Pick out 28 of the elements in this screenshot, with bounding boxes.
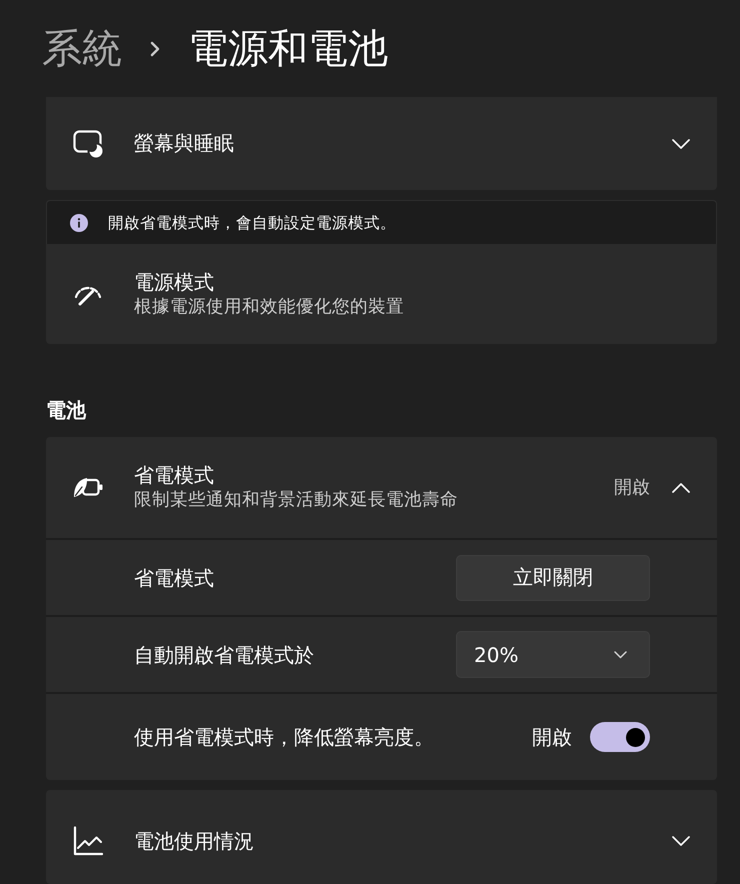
expander-card[interactable]: 螢幕與睡眠 (46, 97, 717, 190)
setting-title: 電池使用情況 (134, 828, 255, 854)
setting-label: 使用省電模式時，降低螢幕亮度。 (134, 724, 434, 750)
setting-label: 省電模式 (134, 564, 214, 590)
dropdown[interactable]: 20% (456, 631, 650, 678)
setting-title: 省電模式 (134, 463, 215, 488)
info-text: 開啟省電模式時，會自動設定電源模式。 (108, 212, 396, 232)
toggle-state-text: 開啟 (532, 724, 572, 750)
turn-off-button[interactable]: 立即關閉 (456, 554, 650, 600)
setting-title: 電源模式 (134, 270, 215, 294)
display-moon-icon (73, 130, 103, 158)
settings-card[interactable]: 電源模式 根據電源使用和效能優化您的裝置 (46, 244, 717, 344)
chevron-right-icon (150, 40, 160, 56)
chevron-down-icon (614, 650, 627, 658)
setting-description: 根據電源使用和效能優化您的裝置 (134, 296, 405, 318)
expander-card[interactable]: 電池使用情況 (46, 790, 717, 884)
line-chart-icon (73, 826, 103, 856)
toggle-switch[interactable] (590, 722, 650, 752)
setting-label: 自動開啟省電模式於 (134, 642, 314, 668)
info-icon (70, 214, 88, 232)
status-text: 開啟 (614, 476, 650, 500)
page-title: 電源和電池 (188, 24, 388, 74)
battery-leaf-icon (73, 475, 103, 500)
setting-title: 螢幕與睡眠 (134, 131, 235, 156)
expander-card[interactable]: 省電模式 限制某些通知和背景活動來延長電池壽命 開啟 省電模式 立即關閉 自動開啟省電模式於 20% 使用省電模式時，降低螢幕亮度。 開啟 (46, 437, 717, 780)
section-heading: 電池 (46, 397, 86, 424)
setting-description: 限制某些通知和背景活動來延長電池壽命 (134, 489, 459, 512)
breadcrumb-link[interactable]: 系統 (42, 22, 122, 74)
